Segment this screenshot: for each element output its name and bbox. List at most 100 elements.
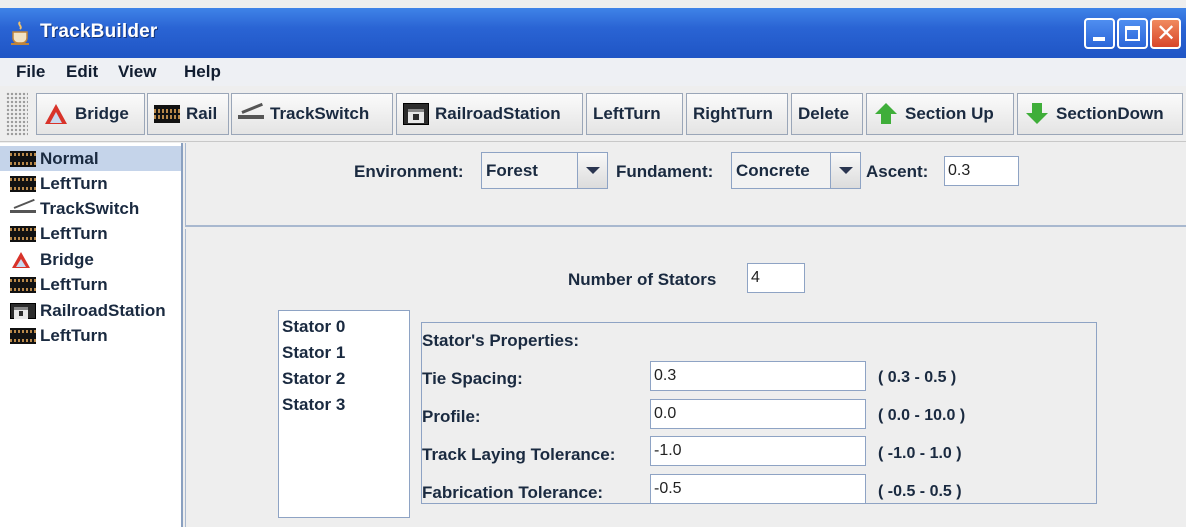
delete-button-label: Delete [798, 104, 850, 123]
menu-help[interactable]: Help [184, 62, 221, 82]
bridge-icon [43, 103, 69, 125]
list-item[interactable]: LeftTurn [0, 221, 181, 246]
list-item[interactable]: Stator 2 [282, 369, 345, 389]
rail-button-label: Rail [186, 104, 218, 123]
list-item[interactable]: LeftTurn [0, 171, 181, 196]
chevron-down-icon[interactable] [577, 153, 607, 188]
minimize-icon [1093, 37, 1105, 41]
menu-edit[interactable]: Edit [66, 62, 98, 82]
trackswitch-button-label: TrackSwitch [270, 104, 370, 123]
profile-input[interactable]: 0.0 [650, 399, 866, 429]
title-bar[interactable]: TrackBuilder ✕ [0, 8, 1186, 58]
section-up-button-label: Section Up [905, 104, 994, 123]
delete-button[interactable]: Delete [791, 93, 863, 135]
rail-icon [10, 276, 36, 293]
tie-spacing-label: Tie Spacing: [422, 369, 523, 388]
list-item[interactable]: Bridge [0, 247, 181, 272]
properties-panel: Environment: Forest Fundament: Concrete … [185, 143, 1186, 527]
list-item[interactable]: LeftTurn [0, 323, 181, 348]
tie-spacing-input[interactable]: 0.3 [650, 361, 866, 391]
list-item-label: TrackSwitch [40, 198, 140, 218]
close-icon: ✕ [1156, 20, 1177, 47]
leftturn-button-label: LeftTurn [593, 104, 661, 123]
window-title: TrackBuilder [40, 21, 158, 42]
ascent-label: Ascent: [866, 162, 929, 181]
railroad-station-icon [10, 302, 36, 319]
list-item-label: LeftTurn [40, 274, 108, 294]
profile-label: Profile: [422, 407, 481, 426]
rightturn-button[interactable]: RightTurn [686, 93, 788, 135]
railroad-station-icon [403, 103, 429, 125]
java-cup-icon [11, 21, 29, 45]
chevron-down-icon[interactable] [830, 153, 860, 188]
track-laying-tolerance-range: ( -1.0 - 1.0 ) [878, 445, 962, 462]
trackbuilder-window: TrackBuilder ✕ File Edit View Help Bridg… [0, 0, 1186, 527]
section-up-button[interactable]: Section Up [866, 93, 1014, 135]
maximize-button[interactable] [1117, 18, 1148, 49]
environment-label: Environment: [354, 162, 464, 181]
arrow-down-icon [1024, 103, 1050, 125]
list-item-label: LeftTurn [40, 173, 108, 193]
toolbar: Bridge Rail TrackSwitch RailroadStation … [0, 86, 1186, 142]
railroad-station-button-label: RailroadStation [435, 104, 561, 123]
list-item-label: Bridge [40, 249, 94, 269]
list-item-label: LeftTurn [40, 325, 108, 345]
leftturn-button[interactable]: LeftTurn [586, 93, 683, 135]
track-laying-tolerance-input[interactable]: -1.0 [650, 436, 866, 466]
rail-icon [10, 175, 36, 192]
rail-icon [10, 150, 36, 167]
list-item[interactable]: Normal [0, 146, 181, 171]
menu-file[interactable]: File [16, 62, 45, 82]
list-item-label: LeftTurn [40, 223, 108, 243]
menu-bar: File Edit View Help [0, 58, 1186, 86]
rightturn-button-label: RightTurn [693, 104, 773, 123]
environment-select[interactable]: Forest [481, 152, 608, 189]
list-item[interactable]: Stator 3 [282, 395, 345, 415]
bridge-icon [10, 251, 36, 268]
menu-view[interactable]: View [118, 62, 156, 82]
fabrication-tolerance-label: Fabrication Tolerance: [422, 483, 604, 502]
rail-icon [10, 327, 36, 344]
track-section-list[interactable]: Normal LeftTurn TrackSwitch LeftTurn Bri… [0, 143, 183, 527]
rail-button[interactable]: Rail [147, 93, 229, 135]
list-item-label: Normal [40, 148, 99, 168]
stator-properties-title: Stator's Properties: [422, 331, 580, 350]
stator-properties-box: Stator's Properties: Tie Spacing: 0.3 ( … [421, 322, 1097, 504]
fabrication-tolerance-input[interactable]: -0.5 [650, 474, 866, 504]
list-item[interactable]: Stator 1 [282, 343, 345, 363]
stator-list[interactable]: Stator 0 Stator 1 Stator 2 Stator 3 [278, 310, 410, 518]
minimize-button[interactable] [1084, 18, 1115, 49]
fundament-select[interactable]: Concrete [731, 152, 861, 189]
list-item-label: RailroadStation [40, 300, 166, 320]
toolbar-grip[interactable] [6, 92, 28, 136]
list-item[interactable]: TrackSwitch [0, 196, 181, 221]
list-item[interactable]: Stator 0 [282, 317, 345, 337]
environment-select-value: Forest [486, 161, 538, 180]
section-down-button-label: SectionDown [1056, 104, 1164, 123]
list-item[interactable]: LeftTurn [0, 272, 181, 297]
section-down-button[interactable]: SectionDown [1017, 93, 1183, 135]
tie-spacing-range: ( 0.3 - 0.5 ) [878, 369, 957, 386]
ascent-input[interactable]: 0.3 [944, 156, 1019, 186]
rail-icon [10, 225, 36, 242]
list-item[interactable]: RailroadStation [0, 298, 181, 323]
track-laying-tolerance-label: Track Laying Tolerance: [422, 445, 616, 464]
arrow-up-icon [873, 103, 899, 125]
fabrication-tolerance-range: ( -0.5 - 0.5 ) [878, 483, 962, 500]
trackswitch-icon [10, 201, 36, 217]
maximize-icon [1125, 26, 1140, 41]
profile-range: ( 0.0 - 10.0 ) [878, 407, 966, 424]
trackswitch-icon [238, 103, 264, 125]
environment-bar: Environment: Forest Fundament: Concrete … [185, 143, 1186, 227]
number-of-stators-label: Number of Stators [568, 270, 717, 289]
railroad-station-button[interactable]: RailroadStation [396, 93, 583, 135]
trackswitch-button[interactable]: TrackSwitch [231, 93, 393, 135]
fundament-label: Fundament: [616, 162, 714, 181]
stator-panel: Number of Stators 4 Stator 0 Stator 1 St… [185, 229, 1186, 527]
fundament-select-value: Concrete [736, 161, 810, 180]
close-button[interactable]: ✕ [1150, 18, 1181, 49]
rail-icon [154, 105, 180, 123]
number-of-stators-input[interactable]: 4 [747, 263, 805, 293]
bridge-button-label: Bridge [75, 104, 129, 123]
bridge-button[interactable]: Bridge [36, 93, 145, 135]
